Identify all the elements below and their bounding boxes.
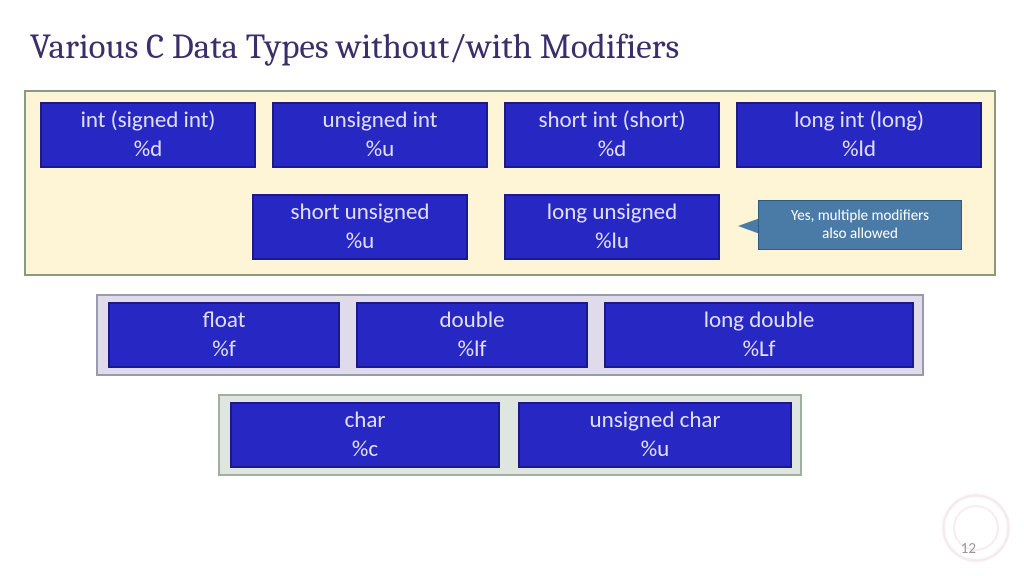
type-format: %lf: [458, 335, 487, 364]
type-box-long-int: long int (long) %ld: [736, 102, 982, 168]
type-format: %d: [134, 135, 163, 164]
callout-line: also allowed: [822, 225, 898, 243]
type-box-double: double %lf: [356, 302, 588, 368]
type-format: %d: [598, 135, 627, 164]
type-format: %u: [366, 135, 395, 164]
type-name: short unsigned: [290, 198, 429, 227]
type-format: %c: [352, 435, 378, 464]
callout-tail-icon: [738, 218, 760, 234]
type-box-long-double: long double %Lf: [604, 302, 914, 368]
type-box-char: char %c: [230, 402, 500, 468]
type-box-short-unsigned: short unsigned %u: [252, 194, 468, 260]
type-format: %lu: [595, 227, 629, 256]
type-format: %ld: [842, 135, 876, 164]
type-box-long-unsigned: long unsigned %lu: [504, 194, 720, 260]
type-box-float: float %f: [108, 302, 340, 368]
type-format: %f: [212, 335, 235, 364]
char-types-panel: char %c unsigned char %u: [218, 394, 802, 476]
float-types-panel: float %f double %lf long double %Lf: [96, 294, 924, 376]
callout-line: Yes, multiple modifiers: [791, 207, 929, 225]
type-box-unsigned-int: unsigned int %u: [272, 102, 488, 168]
type-name: double: [439, 306, 504, 335]
type-name: unsigned char: [590, 406, 721, 435]
type-box-int: int (signed int) %d: [40, 102, 256, 168]
type-name: float: [203, 306, 246, 335]
type-name: long double: [704, 306, 815, 335]
type-name: char: [345, 406, 386, 435]
type-name: long int (long): [794, 106, 924, 135]
slide-title: Various C Data Types without/with Modifi…: [30, 26, 679, 67]
type-format: %u: [641, 435, 670, 464]
type-format: %Lf: [743, 335, 776, 364]
integer-types-panel: int (signed int) %d unsigned int %u shor…: [24, 90, 996, 276]
type-box-unsigned-char: unsigned char %u: [518, 402, 792, 468]
type-box-short-int: short int (short) %d: [504, 102, 720, 168]
type-format: %u: [346, 227, 375, 256]
type-name: unsigned int: [323, 106, 438, 135]
type-name: long unsigned: [547, 198, 677, 227]
type-name: int (signed int): [81, 106, 216, 135]
type-name: short int (short): [538, 106, 685, 135]
callout-note: Yes, multiple modifiers also allowed: [758, 200, 962, 250]
institution-seal-icon: [942, 494, 1010, 562]
